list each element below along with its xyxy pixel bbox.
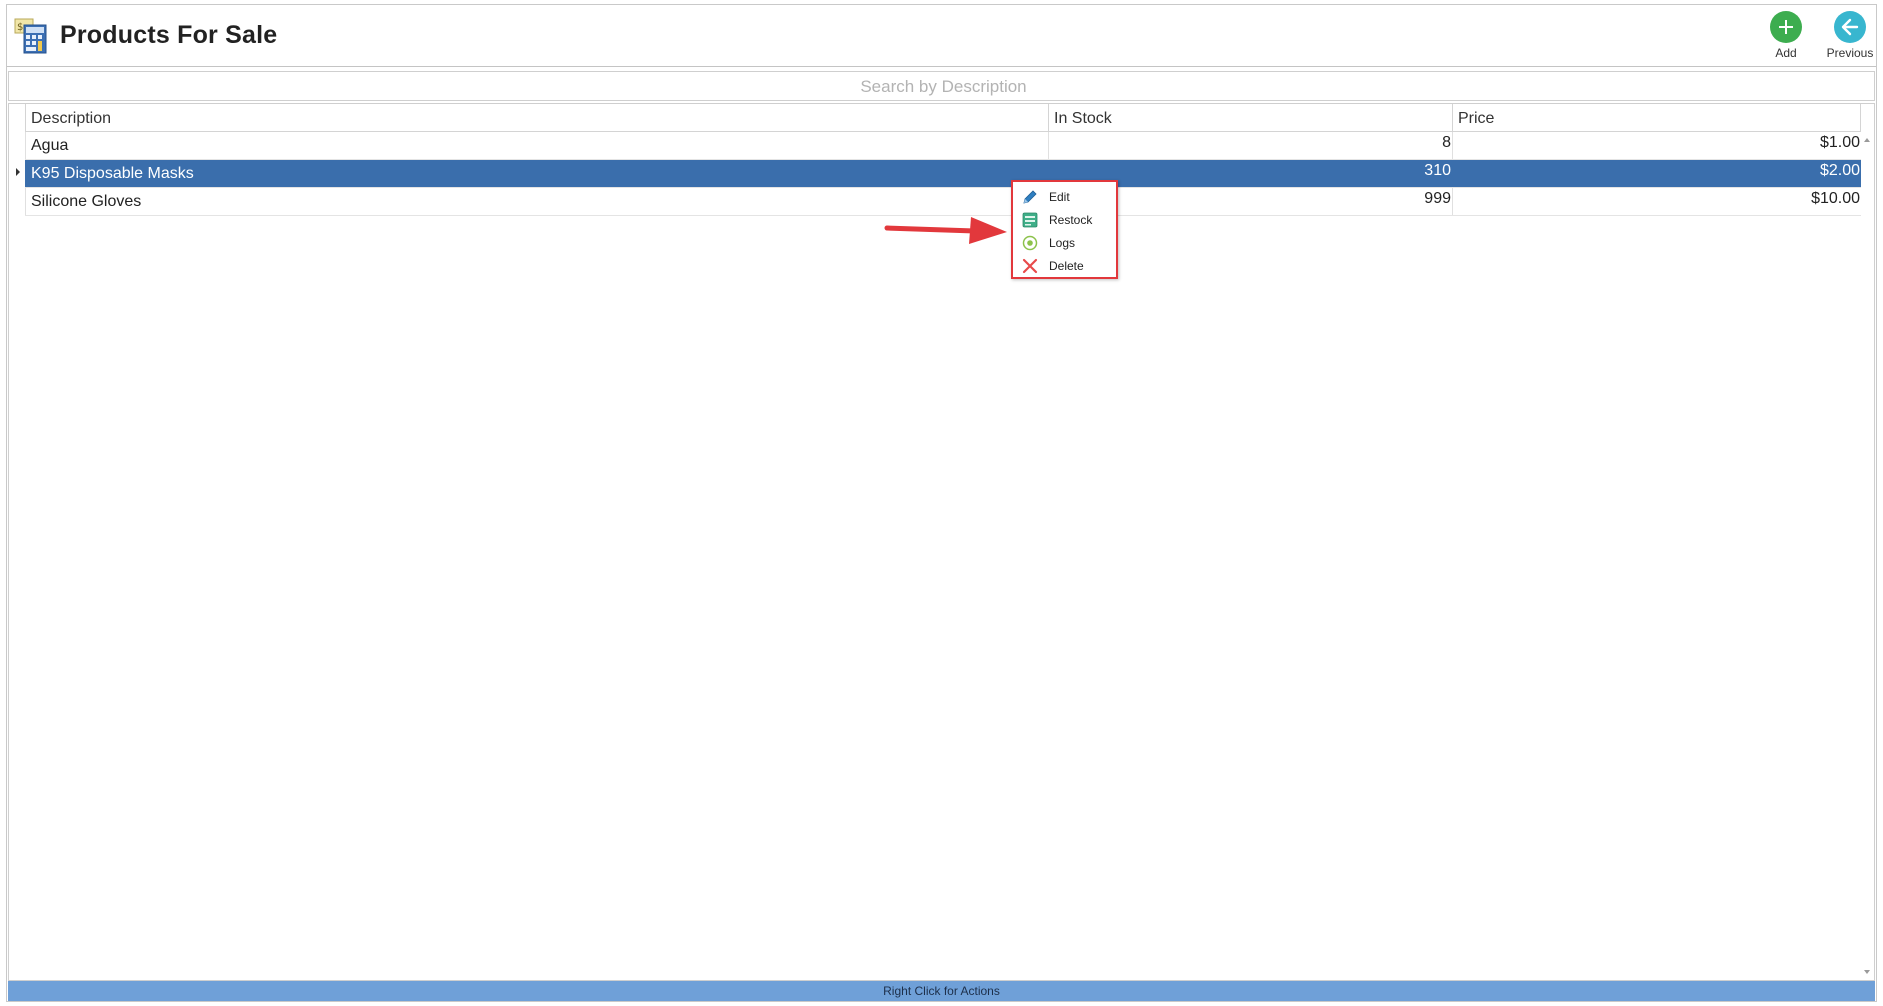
cell-in-stock: 8 <box>1049 132 1453 159</box>
cell-description: Silicone Gloves <box>25 188 1049 215</box>
add-button-label: Add <box>1775 46 1797 60</box>
add-button[interactable]: Add <box>1754 11 1818 63</box>
arrow-left-icon <box>1834 11 1866 43</box>
logs-icon <box>1021 234 1039 252</box>
previous-button[interactable]: Previous <box>1818 11 1882 63</box>
svg-text:$: $ <box>17 22 23 33</box>
page-title: Products For Sale <box>60 21 278 49</box>
scroll-down-icon[interactable] <box>1864 970 1870 974</box>
previous-button-label: Previous <box>1826 46 1874 60</box>
search-input[interactable] <box>9 72 1878 102</box>
cell-price: $2.00 <box>1819 162 1860 179</box>
scroll-up-icon[interactable] <box>1864 138 1870 142</box>
context-menu-restock-label: Restock <box>1049 213 1093 227</box>
context-menu-delete-label: Delete <box>1049 259 1084 273</box>
search-box[interactable] <box>8 71 1878 102</box>
context-menu-delete[interactable]: Delete <box>1013 254 1116 277</box>
context-menu-edit-label: Edit <box>1049 190 1070 204</box>
restock-icon <box>1021 211 1039 229</box>
context-menu-edit[interactable]: Edit <box>1013 185 1116 208</box>
plus-icon <box>1770 11 1802 43</box>
app-window: $ Products For Sale Add Previous Search … <box>6 4 1878 1002</box>
header-divider <box>7 66 1876 67</box>
context-menu-restock[interactable]: Restock <box>1013 208 1116 231</box>
cell-description: K95 Disposable Masks <box>25 160 1049 187</box>
context-menu: Edit Restock Logs Delete <box>1011 180 1118 279</box>
current-row-indicator-icon <box>16 168 20 176</box>
table-row-selected[interactable]: K95 Disposable Masks 310 $2.00 <box>25 160 1861 188</box>
column-header-description[interactable]: Description <box>25 104 1049 131</box>
context-menu-logs-label: Logs <box>1049 236 1076 250</box>
context-menu-logs[interactable]: Logs <box>1013 231 1116 254</box>
status-bar: Right Click for Actions <box>8 981 1875 1001</box>
cell-price: $10.00 <box>1811 190 1860 207</box>
products-app-icon: $ <box>13 17 53 57</box>
grid-header: Description In Stock Price <box>25 104 1861 132</box>
column-header-price[interactable]: Price <box>1453 104 1861 131</box>
cell-description: Agua <box>25 132 1049 159</box>
delete-x-icon <box>1021 257 1039 275</box>
annotation-arrow-icon <box>884 217 1007 244</box>
column-header-in-stock[interactable]: In Stock <box>1049 104 1453 131</box>
pencil-icon <box>1021 188 1039 206</box>
cell-price: $1.00 <box>1819 134 1860 151</box>
table-row[interactable]: Agua 8 $1.00 <box>25 132 1861 160</box>
